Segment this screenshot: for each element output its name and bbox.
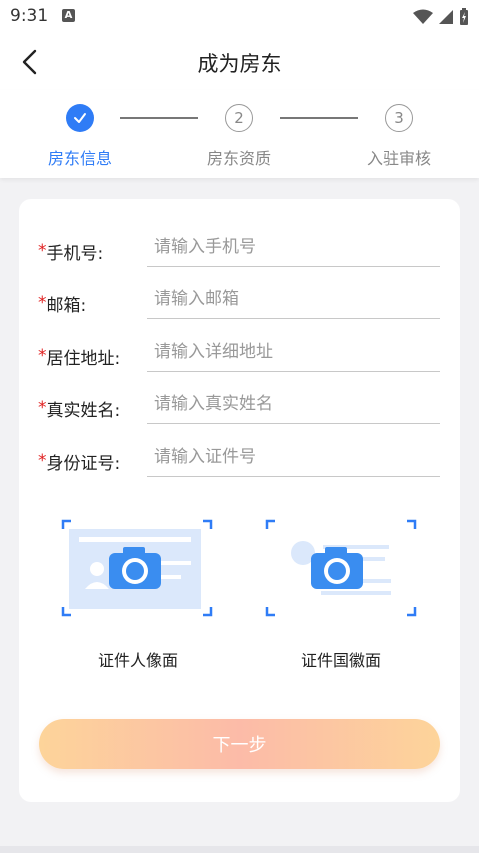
status-bar: 9:31 A [0,0,479,34]
id-back-illustration [265,519,417,617]
status-icons [413,8,469,26]
phone-row: *手机号: [19,227,460,279]
step-1: 房东信息 [25,104,135,169]
address-label-text: 居住地址: [46,349,121,369]
id-number-label-text: 身份证号: [46,454,121,474]
page-title: 成为房东 [197,52,282,76]
required-mark: * [38,241,47,261]
email-label-text: 邮箱: [46,296,87,316]
step-3: 3 入驻审核 [344,104,454,169]
email-row: *邮箱: [19,279,460,331]
step-2: 2 房东资质 [184,104,294,169]
id-number-label: *身份证号: [38,449,120,474]
required-mark: * [38,293,47,313]
required-mark: * [38,451,47,471]
id-back-upload[interactable] [265,519,417,619]
step-indicator: 房东信息 2 房东资质 3 入驻审核 [0,90,479,178]
phone-input[interactable] [147,227,440,267]
name-row: *真实姓名: [19,384,460,436]
email-input[interactable] [147,279,440,319]
step-2-label: 房东资质 [206,149,271,168]
step-3-label: 入驻审核 [366,149,431,168]
id-number-input[interactable] [147,437,440,477]
step-3-marker: 3 [385,104,413,132]
id-back-label: 证件国徽面 [300,651,381,670]
phone-label: *手机号: [38,239,103,264]
phone-label-text: 手机号: [46,244,104,264]
name-label-text: 真实姓名: [46,401,121,421]
signal-icon [439,10,453,24]
step-1-marker [66,104,94,132]
wifi-icon [413,9,433,24]
status-time: 9:31 [10,6,49,26]
system-nav-bar [0,846,479,853]
check-icon [74,113,86,123]
battery-icon [460,8,468,25]
id-front-illustration [61,519,213,617]
nav-bar: 成为房东 [0,34,479,90]
step-1-label: 房东信息 [47,149,112,168]
step-2-marker: 2 [225,104,253,132]
id-front-upload[interactable] [61,519,213,619]
address-input[interactable] [147,332,440,372]
name-input[interactable] [147,384,440,424]
id-front-label: 证件人像面 [97,651,178,670]
required-mark: * [38,346,47,366]
address-row: *居住地址: [19,332,460,384]
notification-icon: A [62,9,75,22]
address-label: *居住地址: [38,344,120,369]
id-number-row: *身份证号: [19,437,460,489]
name-label: *真实姓名: [38,396,120,421]
email-label: *邮箱: [38,291,86,316]
form-card: *手机号: *邮箱: *居住地址: *真实姓名: *身份证号: [19,199,460,802]
next-step-button[interactable]: 下一步 [39,719,440,769]
required-mark: * [38,398,47,418]
